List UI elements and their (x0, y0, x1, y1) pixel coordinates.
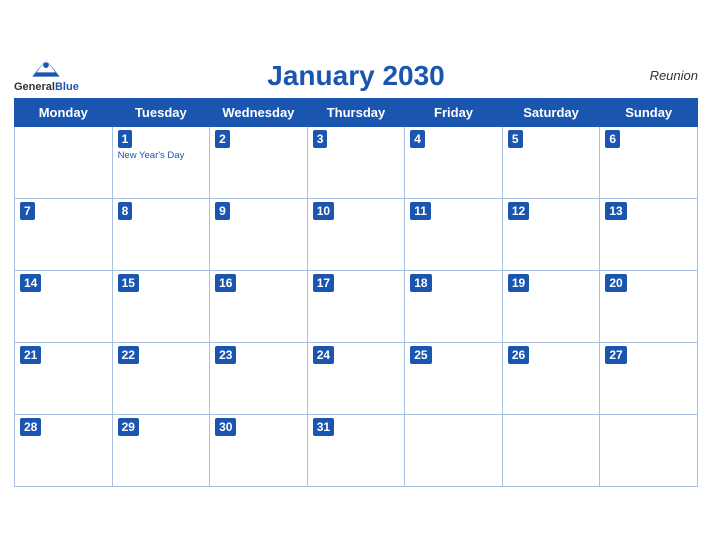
day-cell: 1New Year's Day (112, 126, 210, 198)
day-cell: 17 (307, 270, 405, 342)
col-friday: Friday (405, 98, 503, 126)
day-cell: 16 (210, 270, 308, 342)
day-number: 4 (410, 130, 425, 149)
logo: GeneralBlue (14, 56, 79, 94)
day-cell (600, 414, 698, 486)
day-cell: 22 (112, 342, 210, 414)
day-number: 22 (118, 346, 139, 365)
week-row-4: 21 22 23 24 25 26 27 (15, 342, 698, 414)
day-cell: 13 (600, 198, 698, 270)
day-number: 2 (215, 130, 230, 149)
day-cell: 27 (600, 342, 698, 414)
col-saturday: Saturday (502, 98, 600, 126)
day-number: 30 (215, 418, 236, 437)
day-cell: 29 (112, 414, 210, 486)
day-cell: 8 (112, 198, 210, 270)
day-number: 15 (118, 274, 139, 293)
weekday-header-row: Monday Tuesday Wednesday Thursday Friday… (15, 98, 698, 126)
day-number: 26 (508, 346, 529, 365)
col-monday: Monday (15, 98, 113, 126)
day-cell: 21 (15, 342, 113, 414)
week-row-1: 1New Year's Day 2 3 4 5 6 (15, 126, 698, 198)
week-row-2: 7 8 9 10 11 12 13 (15, 198, 698, 270)
day-cell (502, 414, 600, 486)
calendar-wrapper: GeneralBlue January 2030 Reunion Monday … (0, 50, 712, 501)
day-cell: 3 (307, 126, 405, 198)
day-cell: 6 (600, 126, 698, 198)
day-number: 29 (118, 418, 139, 437)
day-number: 31 (313, 418, 334, 437)
day-number: 27 (605, 346, 626, 365)
day-number: 19 (508, 274, 529, 293)
day-number: 6 (605, 130, 620, 149)
day-cell: 25 (405, 342, 503, 414)
day-number: 21 (20, 346, 41, 365)
day-number: 28 (20, 418, 41, 437)
day-cell: 26 (502, 342, 600, 414)
day-cell: 28 (15, 414, 113, 486)
day-cell: 15 (112, 270, 210, 342)
day-cell: 18 (405, 270, 503, 342)
day-cell (15, 126, 113, 198)
calendar-header: GeneralBlue January 2030 Reunion (14, 60, 698, 92)
day-cell: 4 (405, 126, 503, 198)
day-cell: 20 (600, 270, 698, 342)
logo-text: GeneralBlue (14, 81, 79, 94)
col-thursday: Thursday (307, 98, 405, 126)
day-cell: 14 (15, 270, 113, 342)
holiday-label: New Year's Day (118, 150, 205, 161)
day-cell: 11 (405, 198, 503, 270)
day-number: 1 (118, 130, 133, 149)
region-label: Reunion (650, 68, 698, 83)
day-cell: 30 (210, 414, 308, 486)
day-cell: 19 (502, 270, 600, 342)
day-cell: 31 (307, 414, 405, 486)
week-row-3: 14 15 16 17 18 19 20 (15, 270, 698, 342)
day-number: 3 (313, 130, 328, 149)
day-cell: 2 (210, 126, 308, 198)
day-number: 5 (508, 130, 523, 149)
calendar-table: Monday Tuesday Wednesday Thursday Friday… (14, 98, 698, 487)
day-number: 25 (410, 346, 431, 365)
calendar-title: January 2030 (267, 60, 444, 92)
day-number: 8 (118, 202, 133, 221)
day-number: 14 (20, 274, 41, 293)
day-cell: 10 (307, 198, 405, 270)
day-number: 7 (20, 202, 35, 221)
col-wednesday: Wednesday (210, 98, 308, 126)
calendar-body: 1New Year's Day2345678910111213141516171… (15, 126, 698, 486)
day-number: 12 (508, 202, 529, 221)
day-cell: 12 (502, 198, 600, 270)
day-number: 11 (410, 202, 431, 221)
day-cell: 5 (502, 126, 600, 198)
day-number: 20 (605, 274, 626, 293)
col-tuesday: Tuesday (112, 98, 210, 126)
day-number: 24 (313, 346, 334, 365)
day-number: 23 (215, 346, 236, 365)
week-row-5: 28 29 30 31 (15, 414, 698, 486)
day-cell (405, 414, 503, 486)
day-cell: 7 (15, 198, 113, 270)
logo-icon (28, 56, 64, 80)
day-cell: 23 (210, 342, 308, 414)
day-number: 13 (605, 202, 626, 221)
day-number: 17 (313, 274, 334, 293)
day-cell: 9 (210, 198, 308, 270)
day-number: 10 (313, 202, 334, 221)
day-number: 9 (215, 202, 230, 221)
day-cell: 24 (307, 342, 405, 414)
col-sunday: Sunday (600, 98, 698, 126)
day-number: 16 (215, 274, 236, 293)
day-number: 18 (410, 274, 431, 293)
